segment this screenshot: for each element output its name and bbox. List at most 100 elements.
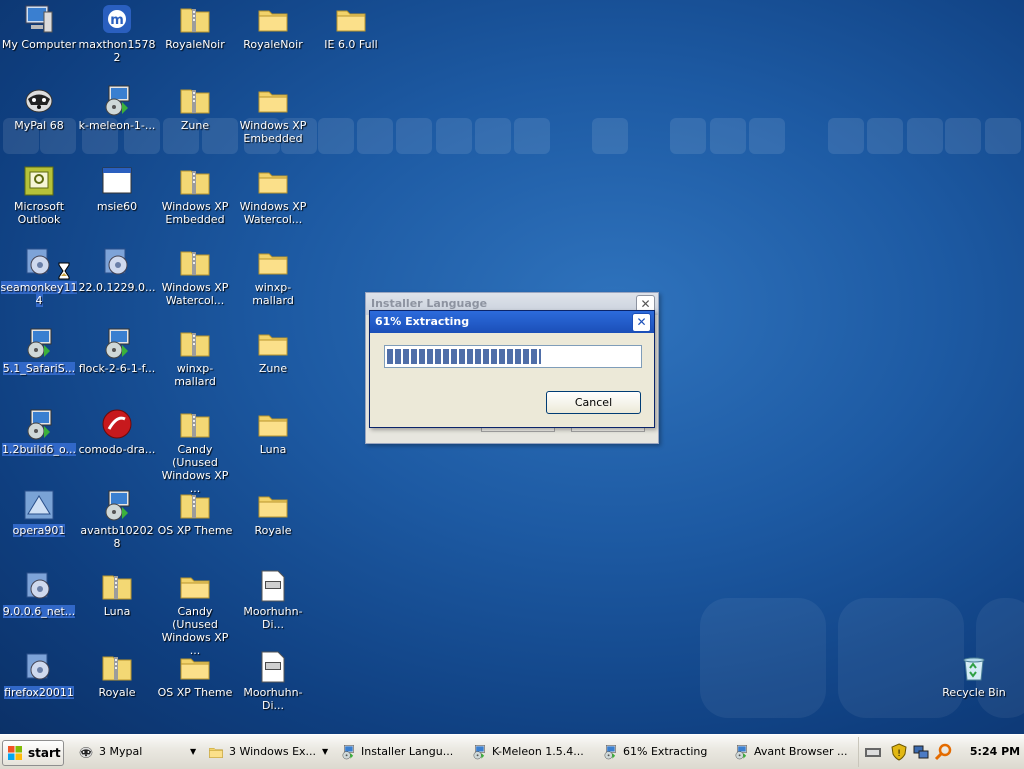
desktop-icon-label: OS XP Theme — [156, 686, 234, 699]
clock[interactable]: 5:24 PM — [966, 737, 1024, 767]
desktop-icon-label: IE 6.0 Full — [312, 38, 390, 51]
desktop-icon[interactable]: 5.1_SafariS... — [0, 324, 78, 402]
extracting-close-button[interactable]: ✕ — [632, 313, 651, 332]
desktop-icon-text: msie60 — [96, 200, 138, 213]
progress-fill — [387, 349, 541, 364]
comodo-icon — [100, 407, 134, 441]
desktop-icon-label: Royale — [234, 524, 312, 537]
background-tile — [396, 118, 432, 154]
setup-icon — [100, 245, 134, 279]
desktop-icon[interactable]: msie60 — [78, 162, 156, 240]
setup-icon — [22, 650, 56, 684]
group-dropdown-arrow-icon[interactable]: ▼ — [322, 741, 328, 763]
desktop-icon[interactable]: k-meleon-1-... — [78, 81, 156, 159]
desktop-icon-text: avantb102028 — [80, 524, 154, 550]
desktop-icon[interactable]: opera901 — [0, 486, 78, 564]
folder-icon — [256, 488, 290, 522]
desktop-icon-label: msie60 — [78, 200, 156, 213]
desktop-icon[interactable]: Microsoft Outlook — [0, 162, 78, 240]
zip-folder-icon — [100, 650, 134, 684]
background-tile — [514, 118, 550, 154]
desktop-icon[interactable]: MyPal 68 — [0, 81, 78, 159]
desktop-icon-label: RoyaleNoir — [234, 38, 312, 51]
desktop-icon[interactable]: 22.0.1229.0... — [78, 243, 156, 321]
desktop-icon-label: maxthon15782 — [78, 38, 156, 64]
background-tile — [670, 118, 706, 154]
desktop-icon[interactable]: Moorhuhn-Di... — [234, 567, 312, 645]
desktop-icon-label: Zune — [156, 119, 234, 132]
desktop-icon-text: maxthon15782 — [78, 38, 156, 64]
desktop-icon[interactable]: Luna — [234, 405, 312, 483]
taskbar-button[interactable]: 61% Extracting — [602, 741, 724, 763]
search-icon[interactable] — [934, 743, 952, 761]
desktop-icon[interactable]: m maxthon15782 — [78, 0, 156, 78]
desktop-icon-text: Luna — [259, 443, 287, 456]
background-tile — [867, 118, 903, 154]
desktop-icon[interactable]: Windows XP Watercol... — [234, 162, 312, 240]
desktop-icon[interactable]: Zune — [156, 81, 234, 159]
taskbar-button[interactable]: 3 Windows Ex... ▼ — [208, 741, 332, 763]
folder-icon — [334, 2, 368, 36]
taskbar-button[interactable]: 3 Mypal ▼ — [78, 741, 200, 763]
desktop-icon[interactable]: Recycle Bin — [935, 648, 1013, 726]
background-tile — [985, 118, 1021, 154]
desktop-icon[interactable]: winxp-mallard — [156, 324, 234, 402]
cancel-button[interactable]: Cancel — [546, 391, 641, 414]
desktop-icon-text: Recycle Bin — [942, 686, 1006, 699]
background-tile — [945, 118, 981, 154]
security-shield-icon[interactable]: ! — [890, 743, 908, 761]
desktop-icon-text: comodo-dra... — [78, 443, 156, 456]
start-button[interactable]: start — [2, 740, 64, 766]
zip-folder-icon — [178, 326, 212, 360]
desktop-icon[interactable]: Moorhuhn-Di... — [234, 648, 312, 726]
group-dropdown-arrow-icon[interactable]: ▼ — [190, 741, 196, 763]
installer-icon — [733, 744, 749, 760]
desktop-icon[interactable]: IE 6.0 Full — [312, 0, 390, 78]
svg-text:m: m — [110, 13, 124, 28]
desktop-icon-label: k-meleon-1-... — [78, 119, 156, 132]
desktop-icon[interactable]: My Computer — [0, 0, 78, 78]
folder-icon — [256, 2, 290, 36]
folder-icon — [178, 650, 212, 684]
extracting-progress-bar — [384, 345, 642, 368]
desktop-icon-text: Luna — [103, 605, 131, 618]
desktop-icon[interactable]: Royale — [234, 486, 312, 564]
desktop-icon[interactable]: OS XP Theme — [156, 486, 234, 564]
desktop-icon-label: firefox20011 — [0, 686, 78, 699]
network-icon[interactable] — [912, 743, 930, 761]
taskbar-button[interactable]: K-Meleon 1.5.4... — [471, 741, 593, 763]
desktop-icon-label: Windows XP Watercol... — [156, 281, 234, 307]
desktop-icon[interactable]: Windows XP Embedded — [156, 162, 234, 240]
desktop-icon[interactable]: 1.2build6_o... — [0, 405, 78, 483]
desktop-icon[interactable]: RoyaleNoir — [234, 0, 312, 78]
desktop-icon-text: MyPal 68 — [14, 119, 64, 132]
desktop-icon-label: Luna — [234, 443, 312, 456]
desktop-icon[interactable]: Candy (Unused Windows XP ... — [156, 567, 234, 657]
desktop-icon[interactable]: Royale — [78, 648, 156, 726]
desktop-icon[interactable]: 9.0.0.6_net... — [0, 567, 78, 645]
desktop-icon[interactable]: firefox20011 — [0, 648, 78, 726]
desktop-icon[interactable]: flock-2-6-1-f... — [78, 324, 156, 402]
desktop-icon[interactable]: Windows XP Watercol... — [156, 243, 234, 321]
extracting-dialog[interactable]: 61% Extracting ✕ Cancel — [369, 310, 655, 428]
desktop-icon-text: Microsoft Outlook — [13, 200, 65, 226]
desktop-icon[interactable]: OS XP Theme — [156, 648, 234, 726]
desktop-icon[interactable]: comodo-dra... — [78, 405, 156, 483]
background-tile — [318, 118, 354, 154]
desktop-icon[interactable]: Candy (Unused Windows XP ... — [156, 405, 234, 495]
taskbar-button[interactable]: Avant Browser ... — [733, 741, 855, 763]
desktop-icon[interactable]: avantb102028 — [78, 486, 156, 564]
desktop-icon[interactable]: Zune — [234, 324, 312, 402]
desktop-icon[interactable]: seamonkey114 — [0, 243, 78, 321]
desktop-icon[interactable]: Windows XP Embedded — [234, 81, 312, 159]
document-icon — [256, 650, 290, 684]
background-tile — [700, 598, 826, 718]
taskbar-button[interactable]: Installer Langu... — [340, 741, 462, 763]
opera-setup-icon — [22, 488, 56, 522]
desktop-icon[interactable]: winxp-mallard — [234, 243, 312, 321]
desktop-icon[interactable]: RoyaleNoir — [156, 0, 234, 78]
desktop-icon[interactable]: Luna — [78, 567, 156, 645]
mypal-icon — [78, 744, 94, 760]
desktop-icon-text: 9.0.0.6_net... — [2, 605, 76, 618]
keyboard-icon[interactable] — [864, 743, 882, 761]
